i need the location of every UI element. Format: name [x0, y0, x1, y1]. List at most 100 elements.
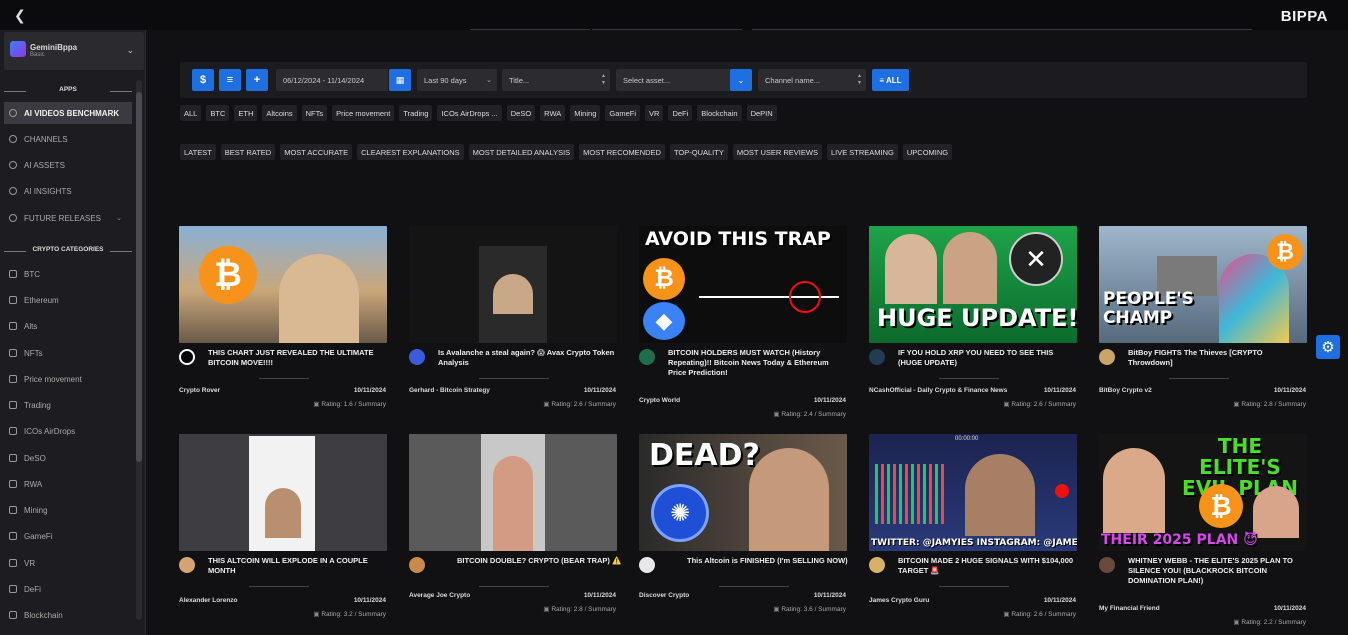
category-filter-chip[interactable]: Altcoins — [262, 105, 297, 121]
category-filter-chip[interactable]: NFTs — [301, 105, 328, 121]
rating-summary-link[interactable]: Rating: 2.2 / Summary — [1233, 618, 1306, 626]
rating-summary-link[interactable]: Rating: 2.6 / Summary — [1003, 610, 1076, 618]
title-search-input[interactable]: Title... ▲ ▼ — [502, 69, 610, 91]
sidebar-item-category[interactable]: RWA — [4, 473, 132, 495]
video-card[interactable]: 00:00:00 TWITTER: @JAMYIES INSTAGRAM: @J… — [869, 434, 1077, 620]
channel-avatar[interactable] — [639, 349, 655, 365]
channel-name-input[interactable]: Channel name... ▲ ▼ — [758, 69, 866, 91]
rating-summary-link[interactable]: Rating: 2.4 / Summary — [773, 410, 846, 418]
video-card[interactable]: ✕ HUGE UPDATE! IF YOU HOLD XRP YOU NEED … — [869, 226, 1077, 412]
scrollbar-thumb[interactable] — [136, 92, 142, 462]
category-filter-chip[interactable]: GameFi — [605, 105, 641, 121]
sidebar-item-ai-assets[interactable]: AI ASSETS — [4, 154, 132, 176]
video-card[interactable]: Is Avalanche a steal again? 😱 Avax Crypt… — [409, 226, 617, 412]
rating-summary-link[interactable]: Rating: 2.8 / Summary — [543, 605, 616, 613]
list-view-button[interactable]: ≡ — [219, 69, 241, 91]
video-thumbnail[interactable]: 00:00:00 TWITTER: @JAMYIES INSTAGRAM: @J… — [869, 434, 1077, 551]
video-thumbnail[interactable]: THE ELITE'S EVIL PLAN ₿ THEIR 2025 PLAN … — [1099, 434, 1307, 551]
category-filter-chip[interactable]: Blockchain — [697, 105, 742, 121]
channel-name[interactable]: NCashOfficial - Daily Crypto & Finance N… — [869, 387, 1007, 394]
settings-gear-icon[interactable]: ⚙ — [1316, 335, 1340, 359]
sidebar-item-category[interactable]: NFTs — [4, 342, 132, 364]
video-card[interactable]: THIS ALTCOIN WILL EXPLODE IN A COUPLE MO… — [179, 434, 387, 620]
add-button[interactable]: + — [246, 69, 268, 91]
sort-filter-chip[interactable]: TOP-QUALITY — [669, 144, 728, 160]
channel-avatar[interactable] — [869, 557, 885, 573]
category-filter-chip[interactable]: RWA — [540, 105, 566, 121]
sidebar-item-future-releases[interactable]: FUTURE RELEASES ⌄ — [4, 207, 132, 229]
rating-summary-link[interactable]: Rating: 2.8 / Summary — [1233, 400, 1306, 408]
video-title[interactable]: BitBoy FIGHTS The Thieves [CRYPTO Throwd… — [1128, 348, 1306, 368]
video-title[interactable]: This Altcoin is FINISHED (I'm SELLING NO… — [687, 556, 865, 566]
rating-summary-link[interactable]: Rating: 3.6 / Summary — [773, 605, 846, 613]
video-card[interactable]: BITCOIN DOUBLE? CRYPTO (BEAR TRAP) ⚠️ Av… — [409, 434, 621, 620]
video-thumbnail[interactable]: AVOID THIS TRAP ₿ ◆ — [639, 226, 847, 343]
category-filter-chip[interactable]: Price movement — [332, 105, 395, 121]
video-thumbnail[interactable]: ₿ PEOPLE'S CHAMP — [1099, 226, 1307, 343]
sort-filter-chip[interactable]: MOST DETAILED ANALYSIS — [468, 144, 575, 160]
sort-filter-chip[interactable]: LIVE STREAMING — [826, 144, 898, 160]
video-card[interactable]: THE ELITE'S EVIL PLAN ₿ THEIR 2025 PLAN … — [1099, 434, 1307, 630]
rating-summary-link[interactable]: Rating: 3.2 / Summary — [313, 610, 386, 618]
sidebar-item-channels[interactable]: CHANNELS — [4, 128, 132, 150]
video-card[interactable]: DEAD? ✺ This Altcoin is FINISHED (I'm SE… — [639, 434, 848, 620]
category-filter-chip[interactable]: Trading — [399, 105, 433, 121]
sidebar-item-category[interactable]: Blockchain — [4, 604, 132, 626]
chevron-down-icon[interactable]: ⌄ — [730, 69, 752, 91]
sidebar-item-category[interactable]: DeFi — [4, 578, 132, 600]
video-title[interactable]: THIS ALTCOIN WILL EXPLODE IN A COUPLE MO… — [208, 556, 386, 576]
sort-filter-chip[interactable]: CLEAREST EXPLANATIONS — [357, 144, 464, 160]
channel-name[interactable]: BitBoy Crypto v2 — [1099, 387, 1152, 394]
sidebar-item-ai-insights[interactable]: AI INSIGHTS — [4, 180, 132, 202]
video-thumbnail[interactable] — [179, 434, 387, 551]
channel-name[interactable]: James Crypto Guru — [869, 597, 929, 604]
channel-name[interactable]: Alexander Lorenzo — [179, 597, 238, 604]
video-card[interactable]: ₿ PEOPLE'S CHAMP BitBoy FIGHTS The Thiev… — [1099, 226, 1307, 412]
video-card[interactable]: AVOID THIS TRAP ₿ ◆ BITCOIN HOLDERS MUST… — [639, 226, 847, 422]
video-title[interactable]: Is Avalanche a steal again? 😱 Avax Crypt… — [438, 348, 616, 368]
video-thumbnail[interactable]: ₿ — [179, 226, 387, 343]
category-filter-chip[interactable]: BTC — [206, 105, 230, 121]
sort-filter-chip[interactable]: MOST RECOMENDED — [579, 144, 665, 160]
category-filter-chip[interactable]: DeSO — [506, 105, 536, 121]
sidebar-item-category[interactable]: Mining — [4, 499, 132, 521]
channel-name[interactable]: My Financial Friend — [1099, 605, 1160, 612]
category-filter-chip[interactable]: DePIN — [746, 105, 777, 121]
video-thumbnail[interactable] — [409, 434, 617, 551]
channel-avatar[interactable] — [869, 349, 885, 365]
video-title[interactable]: IF YOU HOLD XRP YOU NEED TO SEE THIS (HU… — [898, 348, 1076, 368]
sort-filter-chip[interactable]: LATEST — [180, 144, 216, 160]
channel-name[interactable]: Average Joe Crypto — [409, 592, 470, 599]
sidebar-item-category[interactable]: Price movement — [4, 368, 132, 390]
sort-filter-chip[interactable]: MOST ACCURATE — [280, 144, 353, 160]
channel-name[interactable]: Gerhard - Bitcoin Strategy — [409, 387, 490, 394]
rating-summary-link[interactable]: Rating: 1.6 / Summary — [313, 400, 386, 408]
category-filter-chip[interactable]: ETH — [234, 105, 258, 121]
channel-avatar[interactable] — [179, 349, 195, 365]
sidebar-item-category[interactable]: Alts — [4, 315, 132, 337]
sidebar-item-category[interactable]: Trading — [4, 394, 132, 416]
sidebar-item-category[interactable]: GameFi — [4, 525, 132, 547]
video-thumbnail[interactable] — [409, 226, 617, 343]
sort-filter-chip[interactable]: BEST RATED — [220, 144, 276, 160]
date-range-input[interactable]: 06/12/2024 - 11/14/2024 — [276, 69, 388, 91]
video-thumbnail[interactable]: ✕ HUGE UPDATE! — [869, 226, 1077, 343]
channel-name[interactable]: Crypto Rover — [179, 387, 220, 394]
video-title[interactable]: THIS CHART JUST REVEALED THE ULTIMATE BI… — [208, 348, 386, 368]
sort-filter-chip[interactable]: MOST USER REVIEWS — [732, 144, 822, 160]
calendar-icon[interactable]: ▦ — [389, 69, 411, 91]
rating-summary-link[interactable]: Rating: 2.6 / Summary — [543, 400, 616, 408]
sort-filter-chip[interactable]: UPCOMING — [902, 144, 953, 160]
sidebar-item-category[interactable]: BTC — [4, 263, 132, 285]
back-arrow-icon[interactable]: ❮ — [14, 7, 30, 23]
channel-name[interactable]: Discover Crypto — [639, 592, 689, 599]
sidebar-item-category[interactable]: Ethereum — [4, 289, 132, 311]
all-button[interactable]: ≡ ALL — [872, 69, 909, 91]
channel-name[interactable]: Crypto World — [639, 397, 680, 404]
currency-button[interactable]: $ — [192, 69, 214, 91]
video-title[interactable]: BITCOIN DOUBLE? CRYPTO (BEAR TRAP) ⚠️ — [457, 556, 635, 566]
category-filter-chip[interactable]: Mining — [570, 105, 601, 121]
period-select[interactable]: Last 90 days ⌄ — [417, 69, 497, 91]
channel-avatar[interactable] — [179, 557, 195, 573]
user-menu[interactable]: GeminiBppa Basic ⌄ — [4, 32, 144, 70]
